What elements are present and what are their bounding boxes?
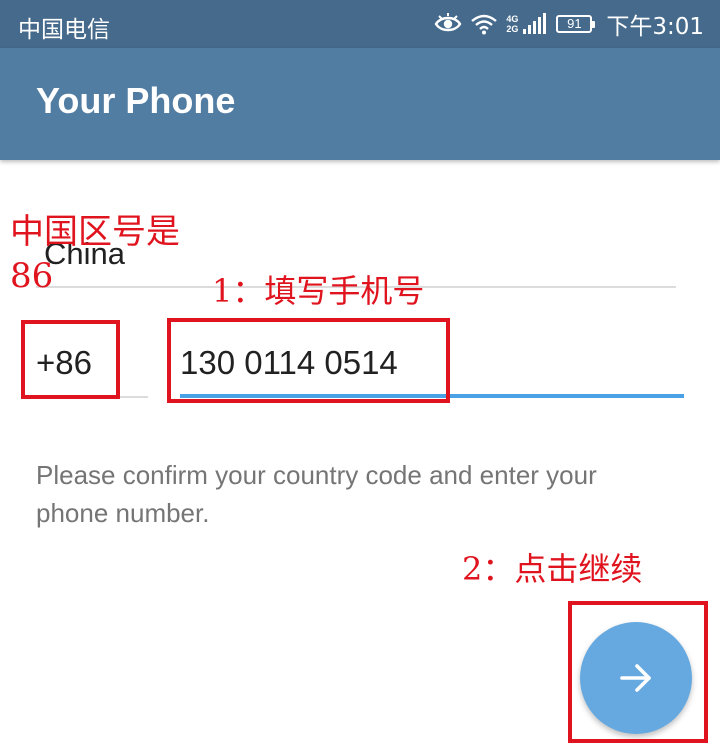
eye-icon <box>434 13 462 32</box>
status-icons: 4G 2G 91 下午3:01 <box>434 8 704 40</box>
phone-number-highlight <box>167 318 450 403</box>
help-text: Please confirm your country code and ent… <box>36 460 597 528</box>
app-bar: Your Phone <box>0 48 720 160</box>
country-code-note-value: 86 <box>10 256 54 296</box>
wifi-icon <box>471 14 498 35</box>
step1-note: 1：填写手机号 <box>212 272 425 310</box>
status-clock: 下午3:01 <box>606 14 704 40</box>
next-button-highlight <box>568 601 708 743</box>
carrier-name: 中国电信 <box>18 17 110 43</box>
country-code-highlight <box>21 320 120 399</box>
page-title: Your Phone <box>36 80 236 121</box>
network-type: 4G 2G <box>506 14 519 34</box>
country-code-note: 中国区号是 <box>10 212 180 252</box>
battery-icon: 91 <box>556 15 596 33</box>
signal-icon <box>523 13 547 34</box>
status-bar: 中国电信 4G 2G 91 下午3:01 <box>0 0 720 48</box>
step2-note: 2：点击继续 <box>462 550 643 588</box>
